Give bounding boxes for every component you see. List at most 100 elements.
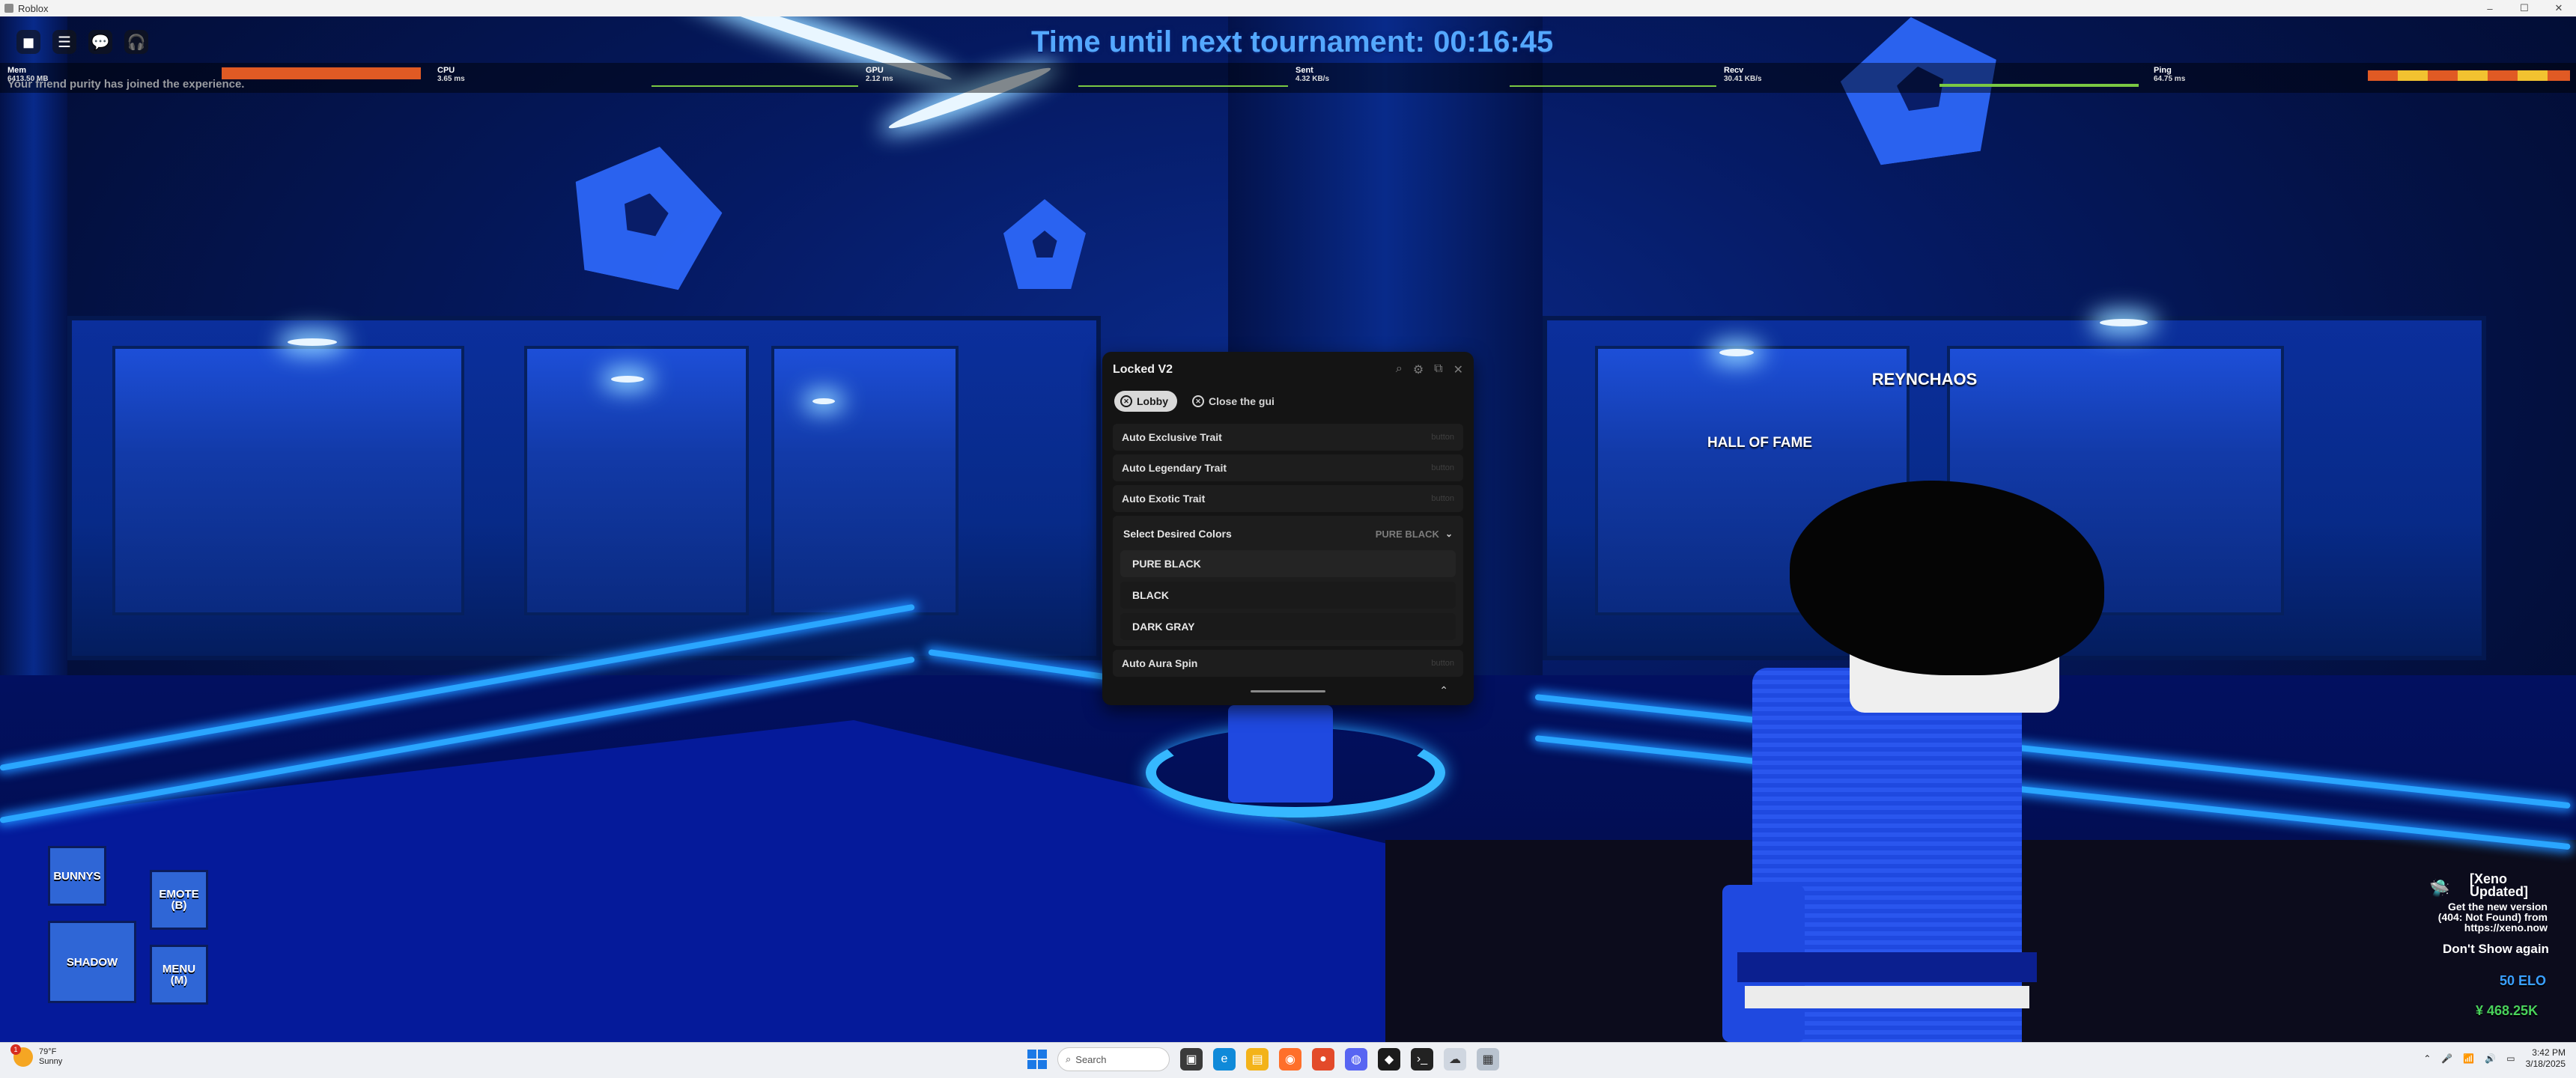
microphone-icon[interactable]: 🎤 (2441, 1053, 2452, 1064)
weather-temp: 79°F (39, 1047, 57, 1056)
tab-lobby-icon: ✕ (1120, 395, 1132, 407)
app-icon[interactable]: ▦ (1477, 1048, 1499, 1071)
window-titlebar: Roblox – ☐ ✕ (0, 0, 2576, 16)
ping-value: 64.75 ms (2154, 75, 2186, 83)
toggle-auto-exclusive-trait[interactable]: Auto Exclusive Trait button (1113, 424, 1463, 451)
clock-date: 3/18/2025 (2525, 1059, 2566, 1069)
gui-tabs: ✕ Lobby ✕ Close the gui (1102, 388, 1474, 415)
cpu-label: CPU (437, 66, 455, 75)
wall-panel (524, 346, 749, 615)
minimize-button[interactable]: – (2473, 0, 2507, 16)
sent-label: Sent (1295, 66, 1313, 75)
toggle-label: Auto Legendary Trait (1122, 462, 1227, 474)
spot-light (812, 398, 835, 404)
colors-dropdown-header[interactable]: Select Desired Colors PURE BLACK ⌄ (1120, 522, 1456, 546)
toggle-label: Auto Exotic Trait (1122, 493, 1206, 505)
recv-stat: Recv 30.41 KB/s (1724, 66, 1762, 84)
toggle-auto-legendary-trait[interactable]: Auto Legendary Trait button (1113, 454, 1463, 481)
drag-handle[interactable] (1251, 690, 1325, 692)
toggle-tag: button (1431, 494, 1454, 503)
discord-icon[interactable]: ◍ (1345, 1048, 1367, 1071)
roblox-logo-icon[interactable]: ◼ (16, 30, 40, 54)
toggle-tag: button (1431, 659, 1454, 668)
close-window-button[interactable]: ✕ (2542, 0, 2576, 16)
dont-show-again-button[interactable]: Don't Show again (2443, 942, 2549, 957)
toggle-tag: button (1431, 433, 1454, 442)
taskbar-search[interactable]: ⌕ Search (1057, 1047, 1170, 1071)
pentagon-light (558, 131, 732, 296)
tournament-timer: Time until next tournament: 00:16:45 (1031, 25, 1554, 58)
hamburger-menu-icon[interactable]: ☰ (52, 30, 76, 54)
money-counter: ¥ 468.25K (2476, 1003, 2539, 1018)
ping-graph (2368, 70, 2570, 81)
ping-stat: Ping 64.75 ms (2154, 66, 2185, 84)
close-icon[interactable]: ✕ (1453, 362, 1463, 377)
sent-value: 4.32 KB/s (1295, 75, 1330, 83)
chevron-up-icon[interactable]: ⌃ (1439, 684, 1448, 697)
window-title: Roblox (18, 2, 49, 14)
weather-widget[interactable]: 1 79°F Sunny (10, 1044, 62, 1067)
task-view-icon[interactable]: ▣ (1180, 1048, 1203, 1071)
shadow-button[interactable]: SHADOW (48, 921, 136, 1003)
edge-icon[interactable]: e (1213, 1048, 1236, 1071)
tab-close-gui[interactable]: ✕ Close the gui (1186, 391, 1284, 412)
notification-body: Get the new version (404: Not Found) fro… (2437, 901, 2548, 934)
bunnys-button[interactable]: BUNNYS (48, 846, 106, 906)
toggle-label: Auto Exclusive Trait (1122, 431, 1222, 443)
clock-time: 3:42 PM (2532, 1047, 2566, 1058)
gui-footer: ⌃ (1102, 683, 1474, 705)
file-explorer-icon[interactable]: ▤ (1246, 1048, 1269, 1071)
recv-value: 30.41 KB/s (1724, 75, 1762, 83)
resize-icon[interactable]: ⧉ (1434, 362, 1442, 377)
battery-icon[interactable]: ▭ (2506, 1053, 2515, 1064)
taskbar-clock[interactable]: 3:42 PM 3/18/2025 (2526, 1047, 2566, 1070)
dropdown-option-black[interactable]: BLACK (1120, 582, 1456, 609)
mem-label: Mem (7, 66, 27, 75)
chevron-down-icon: ⌄ (1445, 529, 1453, 539)
system-tray: ⌃ 🎤 📶 🔊 ▭ 3:42 PM 3/18/2025 (2423, 1047, 2566, 1070)
cloud-icon[interactable]: ☁ (1444, 1048, 1466, 1071)
chrome-icon[interactable]: ● (1312, 1048, 1334, 1071)
dropdown-option-pure-black[interactable]: PURE BLACK (1120, 550, 1456, 577)
menu-button[interactable]: MENU (M) (150, 945, 208, 1005)
toggle-auto-exotic-trait[interactable]: Auto Exotic Trait button (1113, 485, 1463, 512)
terminal-icon[interactable]: ›_ (1411, 1048, 1433, 1071)
hall-of-fame-sign: HALL OF FAME (1707, 435, 1813, 451)
firefox-icon[interactable]: ◉ (1279, 1048, 1301, 1071)
player-nametag: REYNCHAOS (1871, 370, 1978, 389)
window-controls: – ☐ ✕ (2473, 0, 2576, 16)
chevron-up-icon[interactable]: ⌃ (2423, 1053, 2431, 1064)
gui-header[interactable]: Locked V2 ⌕ ⚙ ⧉ ✕ (1102, 352, 1474, 388)
gui-toolbar: ⌕ ⚙ ⧉ ✕ (1396, 362, 1463, 377)
npc-figure (1228, 705, 1333, 803)
maximize-button[interactable]: ☐ (2507, 0, 2542, 16)
sent-stat: Sent 4.32 KB/s (1295, 66, 1329, 84)
search-icon[interactable]: ⌕ (1396, 362, 1403, 377)
tab-lobby[interactable]: ✕ Lobby (1114, 391, 1177, 412)
chat-icon[interactable]: 💬 (88, 30, 112, 54)
cpu-graph (651, 76, 858, 87)
tab-lobby-label: Lobby (1137, 395, 1168, 407)
gpu-label: GPU (866, 66, 884, 75)
headset-icon[interactable]: 🎧 (124, 30, 148, 54)
toggle-auto-aura-spin[interactable]: Auto Aura Spin button (1113, 650, 1463, 677)
friend-join-message: Your friend purity has joined the experi… (7, 78, 245, 91)
spot-light (611, 376, 644, 383)
performance-stats-bar: Mem 6413.50 MB CPU 3.65 ms GPU 2.12 ms S… (0, 63, 2576, 93)
windows-start-icon[interactable] (1027, 1050, 1047, 1069)
left-pillar (0, 16, 67, 690)
weather-text: 79°F Sunny (39, 1047, 62, 1067)
gpu-stat: GPU 2.12 ms (866, 66, 893, 84)
volume-icon[interactable]: 🔊 (2485, 1053, 2496, 1064)
dropdown-option-dark-gray[interactable]: DARK GRAY (1120, 613, 1456, 640)
toggle-tag: button (1431, 463, 1454, 472)
wifi-icon[interactable]: 📶 (2463, 1053, 2474, 1064)
spot-light (1719, 349, 1754, 356)
emote-button[interactable]: EMOTE (B) (150, 870, 208, 930)
gpu-graph (1078, 76, 1288, 87)
roblox-taskbar-icon[interactable]: ◆ (1378, 1048, 1400, 1071)
windows-taskbar: 1 79°F Sunny ⌕ Search ▣ e ▤ ◉ ● ◍ ◆ ›_ ☁… (0, 1042, 2576, 1078)
sliders-icon[interactable]: ⚙ (1413, 362, 1424, 377)
spot-light (2100, 319, 2148, 326)
gpu-value: 2.12 ms (866, 75, 893, 83)
